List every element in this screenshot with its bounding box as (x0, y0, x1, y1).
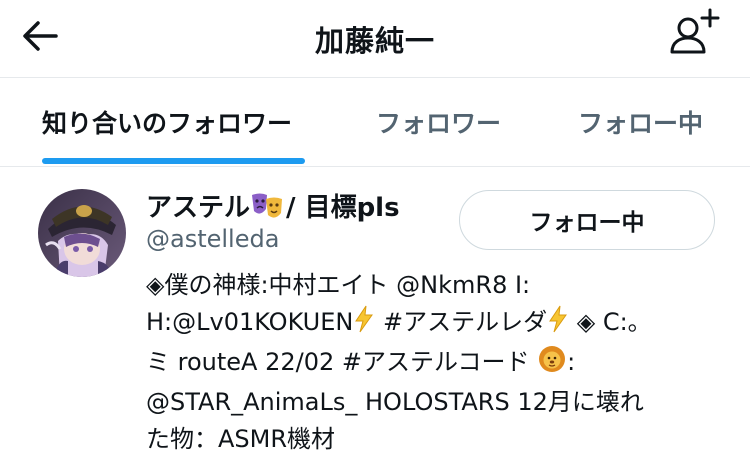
top-bar: 加藤純一 (0, 0, 750, 78)
bio-line-1: ◈僕の神様:中村エイト @NkmR8 I: (146, 271, 531, 299)
bio-line-2: H:@Lv01KOKUEN #アステルレダ ◈ C:。 (146, 304, 736, 344)
user-list-item[interactable]: アステル / 目標pls @astelleda フォロー中 ◈僕の神様:中村エイ… (0, 167, 750, 467)
tab-following[interactable]: フォロー中 (578, 104, 703, 140)
active-tab-indicator (42, 158, 305, 164)
avatar-image (38, 189, 126, 277)
avatar[interactable] (38, 189, 126, 277)
tab-bar: 知り合いのフォロワー フォロワー フォロー中 (0, 78, 750, 167)
user-display-name[interactable]: アステル / 目標pls (146, 187, 400, 224)
following-button[interactable]: フォロー中 (459, 190, 715, 250)
user-handle: @astelleda (146, 225, 280, 253)
user-name-suffix: / 目標pls (286, 193, 400, 223)
bio-line-3: ミ routeA 22/02 #アステルコード : (146, 344, 736, 384)
bio-line-4: @STAR_AnimaLs_ HOLOSTARS 12月に壊れ (146, 388, 644, 416)
add-user-icon (670, 8, 720, 54)
bio-mention-link: H:@Lv01KOKUEN (146, 308, 354, 336)
lightning-icon (353, 305, 375, 344)
lion-face-icon (537, 345, 567, 384)
page-title: 加藤純一 (314, 24, 435, 58)
add-user-button[interactable] (664, 4, 724, 60)
user-bio: ◈僕の神様:中村エイト @NkmR8 I: H:@Lv01KOKUEN #アステ… (146, 267, 736, 458)
tab-mutual-followers[interactable]: 知り合いのフォロワー (42, 104, 292, 140)
bio-hashtag: #アステルレダ (382, 308, 548, 336)
bio-line-5: た物：ASMR機材 (146, 425, 336, 453)
lightning-icon (547, 305, 569, 344)
performing-arts-icon (252, 193, 283, 218)
user-name-prefix: アステル (146, 193, 251, 223)
tab-followers[interactable]: フォロワー (376, 104, 501, 140)
